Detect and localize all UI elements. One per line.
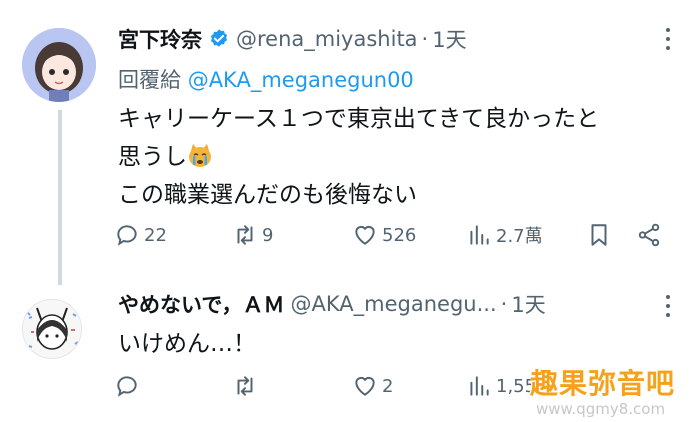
reply-label: 回覆給 [118,68,181,92]
separator-dot: · [421,27,429,51]
heart-icon [355,376,375,396]
handle[interactable]: @rena_miyashita [236,27,418,51]
tweet[interactable]: 宮下玲奈 @rena_miyashita · 1天 回覆給 @AKA_megan… [0,0,700,285]
display-name[interactable]: やめないで，ＡＭ [118,289,285,319]
tweet-header: 宮下玲奈 @rena_miyashita · 1天 [118,24,467,54]
tweet-text-line: この職業選んだのも後悔ない [118,182,417,208]
repost-icon [237,376,253,396]
crying-cat-emoji-icon [189,144,211,167]
views-button[interactable]: 2.7萬 [466,222,543,248]
bookmark-button[interactable] [586,222,612,248]
tweet-text: キャリーケース１つで東京出てきて良かったと 思うし この職業選んだのも後悔ない [118,100,678,214]
like-count: 526 [382,224,417,246]
more-options-icon[interactable] [664,295,672,322]
reply-count: 22 [144,224,167,246]
mention-link[interactable]: @AKA_meganegun00 [188,68,414,92]
repost-icon [237,225,253,245]
like-button[interactable]: 526 [352,222,416,248]
tweet-text-line: 思うし [118,138,678,176]
views-button[interactable]: 1,55 [466,373,536,399]
share-icon [638,223,660,247]
avatar[interactable] [22,299,82,359]
thread-line [58,110,62,285]
more-options-icon[interactable] [664,28,672,55]
bookmark-icon [591,224,607,246]
tweet-text-fragment: 思うし [118,144,187,170]
handle[interactable]: @AKA_meganegu... [291,292,497,316]
views-count: 2.7萬 [496,226,543,247]
timestamp[interactable]: 1天 [511,289,545,319]
timestamp[interactable]: 1天 [432,24,466,54]
watermark: 趣果弥音吧 www.qgmy8.com [530,362,700,418]
views-chart-icon [470,376,489,396]
reply-button[interactable] [114,373,144,399]
reply-icon [117,225,137,246]
display-name[interactable]: 宮下玲奈 [118,24,202,54]
like-count: 2 [382,375,394,397]
tweet-actions: 22 9 526 2.7萬 [108,222,678,256]
avatar[interactable] [22,28,96,102]
views-chart-icon [470,225,489,245]
repost-button[interactable]: 9 [232,222,273,248]
tweet-text: いけめん…！ [118,331,256,357]
share-button[interactable] [636,222,662,248]
tweet-text-line: キャリーケース１つで東京出てきて良かったと [118,106,600,132]
like-button[interactable]: 2 [352,373,393,399]
replying-to: 回覆給 @AKA_meganegun00 [118,64,414,94]
reply-button[interactable]: 22 [114,222,167,248]
reply-icon [117,376,137,397]
watermark-url: www.qgmy8.com [536,400,666,418]
repost-count: 9 [262,224,274,246]
separator-dot: · [500,292,508,316]
tweet-header: やめないで，ＡＭ @AKA_meganegu... · 1天 [118,289,546,319]
watermark-title: 趣果弥音吧 [530,367,676,400]
heart-icon [355,225,375,245]
verified-badge-icon [210,29,228,47]
repost-button[interactable] [232,373,262,399]
